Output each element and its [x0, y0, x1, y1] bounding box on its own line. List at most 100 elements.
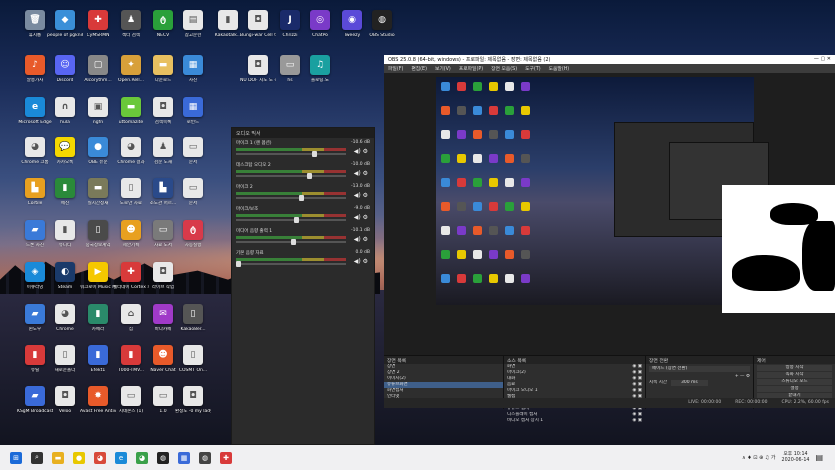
- volume-fader-handle[interactable]: [294, 217, 299, 223]
- desktop-icon[interactable]: ▯ 새로운폴더: [47, 345, 83, 373]
- control-button[interactable]: 방송 시작: [757, 365, 832, 371]
- mixer-speaker-gear-icon[interactable]: ◀) ⚙: [354, 258, 368, 265]
- volume-fader-handle[interactable]: [291, 239, 296, 245]
- desktop-icon[interactable]: ▯ 도로만 자료: [113, 178, 149, 206]
- volume-fader[interactable]: [236, 217, 346, 223]
- desktop-icon[interactable]: ▦ 사진: [175, 55, 211, 83]
- desktop-icon[interactable]: ◍ OBS Studio: [364, 10, 400, 38]
- notification-icon[interactable]: ▤: [815, 453, 823, 462]
- volume-fader-handle[interactable]: [299, 195, 304, 201]
- mixer-speaker-gear-icon[interactable]: ◀) ⚙: [354, 214, 368, 221]
- desktop-icon[interactable]: ▯ 중국정보계약: [80, 220, 116, 248]
- desktop-icon[interactable]: ☺ Discord: [47, 55, 83, 83]
- transition-select[interactable]: 페이드 (장면 전환): [649, 366, 750, 372]
- desktop-icon[interactable]: ◆ people of pgknih: [47, 10, 83, 38]
- obs-window[interactable]: OBS 25.0.8 (64-bit, windows) - 프로파일: 제목없…: [384, 55, 835, 423]
- desktop-icon[interactable]: ▬ uttomazite: [113, 97, 149, 125]
- control-button[interactable]: 스튜디오 모드: [757, 379, 832, 385]
- desktop-icon[interactable]: ▮ 유니티: [47, 220, 83, 248]
- desktop-icon[interactable]: ◎ ChatPo: [302, 10, 338, 38]
- desktop-icon[interactable]: ◐ Steam: [47, 262, 83, 290]
- preview-mini-icon: [489, 178, 498, 187]
- desktop-icon[interactable]: ● OBE 유문: [80, 137, 116, 165]
- desktop-icon[interactable]: ტ 자동실행: [175, 220, 211, 248]
- desktop-icon[interactable]: ◕ Chrome 결과: [113, 137, 149, 165]
- chrome-icon[interactable]: ◕: [94, 451, 106, 464]
- obs-menu-item[interactable]: 장면 모음(S): [491, 65, 517, 72]
- desktop-icon[interactable]: ▮ 카메라: [80, 304, 116, 332]
- window-controls[interactable]: — ▢ ✕: [814, 56, 831, 63]
- desktop-icon-label: COSMT On...: [178, 368, 208, 373]
- windows-start-icon[interactable]: ⊞: [10, 451, 22, 464]
- source-item[interactable]: 비디오 캡처 장치 1 ◉ ▣: [504, 418, 645, 424]
- tray-icons[interactable]: ∧ ♦ ⊡ ⊕ ♫ 가: [742, 454, 776, 461]
- obs-menu-item[interactable]: 도움말(H): [549, 65, 570, 72]
- volume-fader-handle[interactable]: [307, 173, 312, 179]
- edge-icon[interactable]: e: [115, 451, 127, 464]
- mixer-speaker-gear-icon[interactable]: ◀) ⚙: [354, 192, 368, 199]
- duration-field[interactable]: 300 ms: [671, 380, 708, 386]
- audio-mixer-window[interactable]: 오디오 믹서 마이크 1 (랜 옵션) -10.6 dB ◀) ⚙ 데스크탑 오디오 …: [231, 127, 375, 445]
- volume-fader-handle[interactable]: [236, 261, 241, 267]
- desktop-icon[interactable]: ♫ 플로팅.노: [302, 55, 338, 83]
- desktop-icon[interactable]: ✚ 헬터데이 Cortex 도출: [113, 262, 149, 290]
- desktop-icon[interactable]: ◘ 라이브 작업: [145, 262, 181, 290]
- chrome-icon-2[interactable]: ◕: [136, 451, 148, 464]
- desktop-icon-image: ▭: [183, 178, 203, 198]
- obs-icon[interactable]: ◍: [157, 451, 169, 464]
- desktop-icon[interactable]: ▤ 참고문헌: [175, 10, 211, 38]
- desktop-icon[interactable]: ▮ Efekt1: [80, 345, 116, 373]
- desktop-icon[interactable]: ✦ Open.Rell...: [113, 55, 149, 83]
- desktop-icon[interactable]: ∩ hula: [47, 97, 83, 125]
- desktop-icon[interactable]: ◘ NU DOF 지도 도 각이미: [240, 55, 276, 83]
- photos-icon[interactable]: ▦: [178, 451, 190, 464]
- desktop-icon[interactable]: ▬ 실시간정재: [80, 178, 116, 206]
- obs-menu-item[interactable]: 편집(E): [411, 65, 427, 72]
- game-icon[interactable]: ✚: [220, 451, 232, 464]
- volume-fader[interactable]: [236, 195, 346, 201]
- desktop-icon[interactable]: ▭ 문서: [175, 178, 211, 206]
- desktop-icon[interactable]: ◕ Chrome: [47, 304, 83, 332]
- clock[interactable]: 오후 10:14 2020-06-14: [782, 452, 810, 464]
- obs-menu-item[interactable]: 프로파일(P): [459, 65, 483, 72]
- control-button[interactable]: 녹화 시작: [757, 372, 832, 378]
- file-explorer-icon[interactable]: ▬: [52, 451, 64, 464]
- obs-menu-item[interactable]: 보기(V): [435, 65, 451, 72]
- obs-icon-2[interactable]: ◍: [199, 451, 211, 464]
- desktop-icon[interactable]: ◘ Bungi-war Cell 비...: [240, 10, 276, 38]
- volume-fader-handle[interactable]: [312, 151, 317, 157]
- desktop-icon[interactable]: ◘ 환청도 -0 my lady: [175, 386, 211, 414]
- search-icon[interactable]: ⌕: [31, 451, 43, 464]
- desktop-icon[interactable]: ✸ Avast Free Antivirus: [80, 386, 116, 414]
- volume-fader[interactable]: [236, 261, 346, 267]
- desktop-icon[interactable]: ⌂ 집: [113, 304, 149, 332]
- desktop-icon[interactable]: ▦ 로빈드: [175, 97, 211, 125]
- obs-menu-item[interactable]: 도구(T): [525, 65, 541, 72]
- control-button[interactable]: 설정: [757, 386, 832, 392]
- mixer-speaker-gear-icon[interactable]: ◀) ⚙: [354, 148, 368, 155]
- kakaotalk-icon[interactable]: ●: [73, 451, 85, 464]
- desktop-icon[interactable]: ▮ 메신: [47, 178, 83, 206]
- mixer-speaker-gear-icon[interactable]: ◀) ⚙: [354, 236, 368, 243]
- obs-menu-item[interactable]: 파일(F): [388, 65, 403, 72]
- obs-preview-area[interactable]: [384, 73, 835, 355]
- desktop-icon[interactable]: ♟ 섹터 검색: [113, 10, 149, 38]
- desktop-icon[interactable]: 💬 카카오톡: [47, 137, 83, 165]
- volume-fader[interactable]: [236, 239, 346, 245]
- desktop-icon[interactable]: ▯ Kakao8er...: [175, 304, 211, 332]
- desktop-icon[interactable]: ▭ 지네몬스 (1): [113, 386, 149, 414]
- desktop-icon[interactable]: ▶ 워크로이 Music Player: [80, 262, 116, 290]
- volume-fader[interactable]: [236, 151, 346, 157]
- volume-fader[interactable]: [236, 173, 346, 179]
- desktop-icon[interactable]: ▣ ngfn: [80, 97, 116, 125]
- desktop-icon[interactable]: ☻ 제안기획: [113, 220, 149, 248]
- desktop-icon[interactable]: ▮ T000-TMV...: [113, 345, 149, 373]
- desktop-icon[interactable]: ▯ COSMT On...: [175, 345, 211, 373]
- desktop-icon-image: ∩: [55, 97, 75, 117]
- desktop-icon[interactable]: ◘ Veloo: [47, 386, 83, 414]
- desktop-icon[interactable]: ▭ 문서: [175, 137, 211, 165]
- eye-lock-icon[interactable]: ◉ ▣: [632, 418, 642, 424]
- mixer-speaker-gear-icon[interactable]: ◀) ⚙: [354, 170, 368, 177]
- desktop-icon[interactable]: ▢ Alcorythm...: [80, 55, 116, 83]
- desktop-icon[interactable]: ✚ CyMSRMN: [80, 10, 116, 38]
